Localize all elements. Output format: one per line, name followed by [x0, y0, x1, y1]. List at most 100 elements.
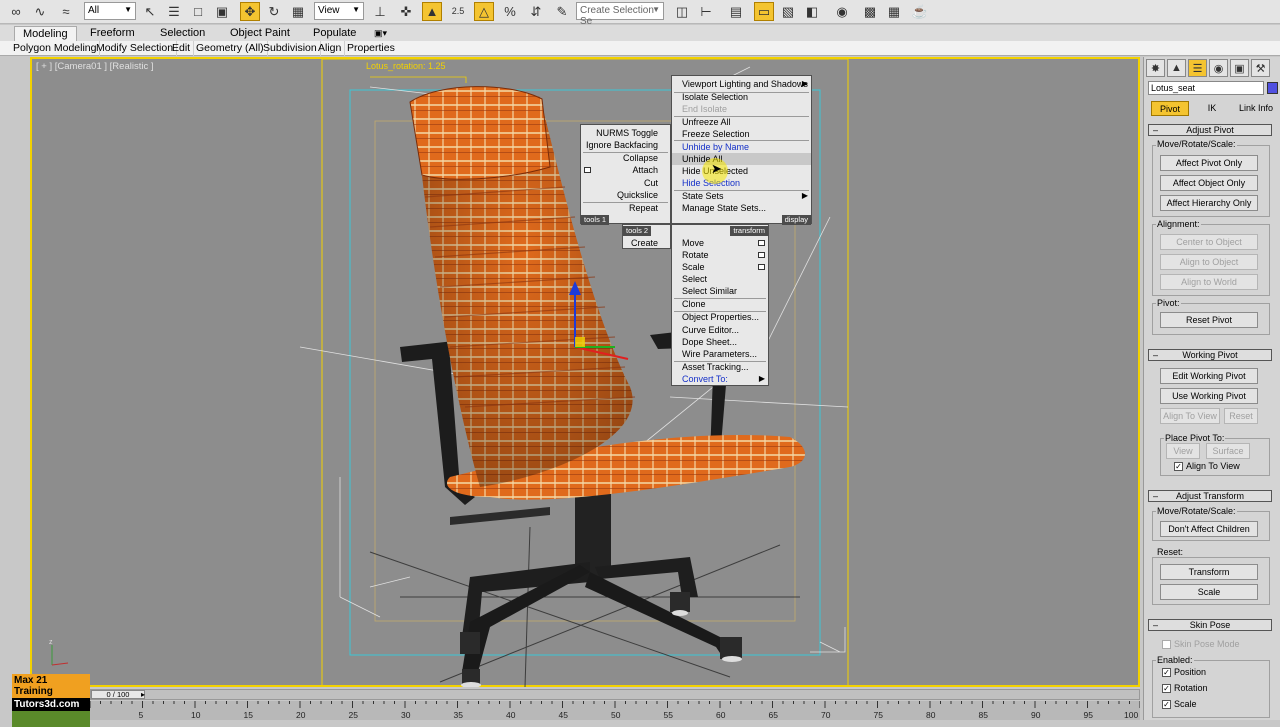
select-by-name-icon[interactable]: ☰ — [164, 2, 184, 21]
menu-item-viewport-lighting[interactable]: Viewport Lighting and Shadows ▶ — [672, 78, 811, 90]
display-panel-icon[interactable]: ▣ — [1230, 59, 1249, 77]
menu-item-isolate-selection[interactable]: Isolate Selection — [672, 91, 811, 103]
snaps-toggle-icon[interactable]: 2.5 — [448, 2, 468, 21]
place-view-button[interactable]: View — [1166, 443, 1200, 459]
menu-item-unhide-all[interactable]: Unhide All — [672, 153, 811, 165]
menu-item-manage-state-sets[interactable]: Manage State Sets... — [672, 202, 811, 214]
mirror-icon[interactable]: ◫ — [672, 2, 692, 21]
menu-item-hide-selection[interactable]: Hide Selection — [672, 177, 811, 189]
reset-scale-button[interactable]: Scale — [1160, 584, 1258, 600]
panel-align[interactable]: Align — [315, 41, 346, 56]
menu-item-create[interactable]: Create — [623, 237, 670, 249]
menu-item-rotate[interactable]: Rotate — [672, 249, 768, 261]
skin-pose-mode-checkbox[interactable] — [1162, 640, 1171, 649]
scale-checkbox[interactable]: ✓ — [1162, 700, 1171, 709]
menu-item-attach[interactable]: Attach — [581, 164, 670, 176]
tab-populate[interactable]: Populate — [305, 26, 364, 41]
reset-working-pivot-button[interactable]: Reset — [1224, 408, 1258, 424]
percent-snap-icon[interactable]: % — [500, 2, 520, 21]
menu-item-convert-to[interactable]: Convert To: ▶ — [672, 373, 768, 385]
tab-object-paint[interactable]: Object Paint — [222, 26, 298, 41]
render-setup-icon[interactable]: ▩ — [860, 2, 880, 21]
panel-edit[interactable]: Edit — [169, 41, 195, 56]
position-checkbox[interactable]: ✓ — [1162, 668, 1171, 677]
settings-box-icon[interactable] — [758, 252, 765, 258]
menu-item-unhide-by-name[interactable]: Unhide by Name — [672, 141, 811, 153]
menu-item-state-sets[interactable]: State Sets ▶ — [672, 190, 811, 202]
time-slider-thumb[interactable]: 0 / 100 — [91, 690, 145, 699]
bind-space-warp-icon[interactable]: ≈ — [56, 2, 76, 21]
material-editor-icon[interactable]: ◉ — [832, 2, 852, 21]
menu-item-freeze-selection[interactable]: Freeze Selection — [672, 128, 811, 140]
align-to-object-button[interactable]: Align to Object — [1160, 254, 1258, 270]
layer-explorer-icon[interactable]: ▤ — [726, 2, 746, 21]
select-manipulate-icon[interactable]: ✜ — [396, 2, 416, 21]
utilities-panel-icon[interactable]: ⚒ — [1251, 59, 1270, 77]
keyboard-shortcut-override-icon[interactable]: ▲ — [422, 2, 442, 21]
menu-item-hide-unselected[interactable]: Hide Unselected — [672, 165, 811, 177]
panel-properties[interactable]: Properties — [344, 41, 398, 56]
angle-snap-icon[interactable]: △ — [474, 2, 494, 21]
panel-modify-selection[interactable]: Modify Selection — [93, 41, 178, 56]
menu-item-clone[interactable]: Clone — [672, 298, 768, 310]
center-to-object-button[interactable]: Center to Object — [1160, 234, 1258, 250]
object-name-field[interactable]: Lotus_seat — [1148, 81, 1264, 95]
select-object-icon[interactable]: ↖ — [140, 2, 160, 21]
rollout-working-pivot[interactable]: – Working Pivot — [1148, 349, 1272, 361]
align-icon[interactable]: ⊢ — [696, 2, 716, 21]
next-frame-icon[interactable]: ▸ — [141, 690, 145, 699]
tab-link-info[interactable]: Link Info — [1235, 101, 1277, 116]
unlink-icon[interactable]: ∿ — [30, 2, 50, 21]
settings-box-icon[interactable] — [758, 240, 765, 246]
rotation-checkbox[interactable]: ✓ — [1162, 684, 1171, 693]
menu-item-quickslice[interactable]: Quickslice — [581, 189, 670, 201]
menu-item-select-similar[interactable]: Select Similar — [672, 285, 768, 297]
rectangular-selection-icon[interactable]: □ — [188, 2, 208, 21]
time-slider[interactable]: 0 / 100 ▸ — [90, 689, 1140, 700]
curve-editor-icon[interactable]: ▧ — [778, 2, 798, 21]
pivot-center-icon[interactable]: ⊥ — [370, 2, 390, 21]
select-and-move-icon[interactable]: ✥ — [240, 2, 260, 21]
rendered-frame-window-icon[interactable]: ▦ — [884, 2, 904, 21]
menu-item-unfreeze-all[interactable]: Unfreeze All — [672, 116, 811, 128]
menu-item-asset-tracking[interactable]: Asset Tracking... — [672, 361, 768, 373]
menu-item-nurms-toggle[interactable]: NURMS Toggle — [581, 127, 670, 139]
menu-item-cut[interactable]: Cut — [581, 177, 670, 189]
menu-item-ignore-backfacing[interactable]: Ignore Backfacing — [581, 139, 670, 151]
edit-working-pivot-button[interactable]: Edit Working Pivot — [1160, 368, 1258, 384]
selection-set-dropdown[interactable]: Create Selection Se ▼ — [576, 2, 664, 27]
affect-object-only-button[interactable]: Affect Object Only — [1160, 175, 1258, 191]
tab-ik[interactable]: IK — [1193, 101, 1231, 116]
affect-pivot-only-button[interactable]: Affect Pivot Only — [1160, 155, 1258, 171]
menu-item-curve-editor[interactable]: Curve Editor... — [672, 324, 768, 336]
spinner-snap-icon[interactable]: ⇵ — [526, 2, 546, 21]
align-to-world-button[interactable]: Align to World — [1160, 274, 1258, 290]
schematic-view-icon[interactable]: ◧ — [802, 2, 822, 21]
settings-box-icon[interactable] — [758, 264, 765, 270]
panel-geometry-all[interactable]: Geometry (All) — [193, 41, 268, 56]
align-to-view-checkbox[interactable]: ✓ — [1174, 462, 1183, 471]
dont-affect-children-button[interactable]: Don't Affect Children — [1160, 521, 1258, 537]
tab-modeling[interactable]: Modeling — [14, 26, 77, 41]
link-icon[interactable]: ∞ — [6, 2, 26, 21]
window-crossing-icon[interactable]: ▣ — [212, 2, 232, 21]
menu-item-collapse[interactable]: Collapse — [581, 152, 670, 164]
render-production-icon[interactable]: ☕ — [910, 2, 930, 21]
ribbon-options-icon[interactable]: ▣▾ — [366, 26, 395, 41]
motion-panel-icon[interactable]: ◉ — [1209, 59, 1228, 77]
affect-hierarchy-only-button[interactable]: Affect Hierarchy Only — [1160, 195, 1258, 211]
toggle-ribbon-icon[interactable]: ▭ — [754, 2, 774, 21]
panel-polygon-modeling[interactable]: Polygon Modeling — [10, 41, 101, 56]
object-color-swatch[interactable] — [1267, 82, 1278, 94]
select-and-scale-icon[interactable]: ▦ — [288, 2, 308, 21]
modify-panel-icon[interactable]: ▲ — [1167, 59, 1186, 77]
rollout-skin-pose[interactable]: – Skin Pose — [1148, 619, 1272, 631]
menu-item-dope-sheet[interactable]: Dope Sheet... — [672, 336, 768, 348]
select-and-rotate-icon[interactable]: ↻ — [264, 2, 284, 21]
hierarchy-panel-icon[interactable]: ☰ — [1188, 59, 1207, 77]
menu-item-repeat[interactable]: Repeat — [581, 202, 670, 214]
menu-item-object-properties[interactable]: Object Properties... — [672, 311, 768, 323]
edit-named-selection-icon[interactable]: ✎ — [552, 2, 572, 21]
panel-subdivision[interactable]: Subdivision — [260, 41, 321, 56]
tab-pivot[interactable]: Pivot — [1151, 101, 1189, 116]
